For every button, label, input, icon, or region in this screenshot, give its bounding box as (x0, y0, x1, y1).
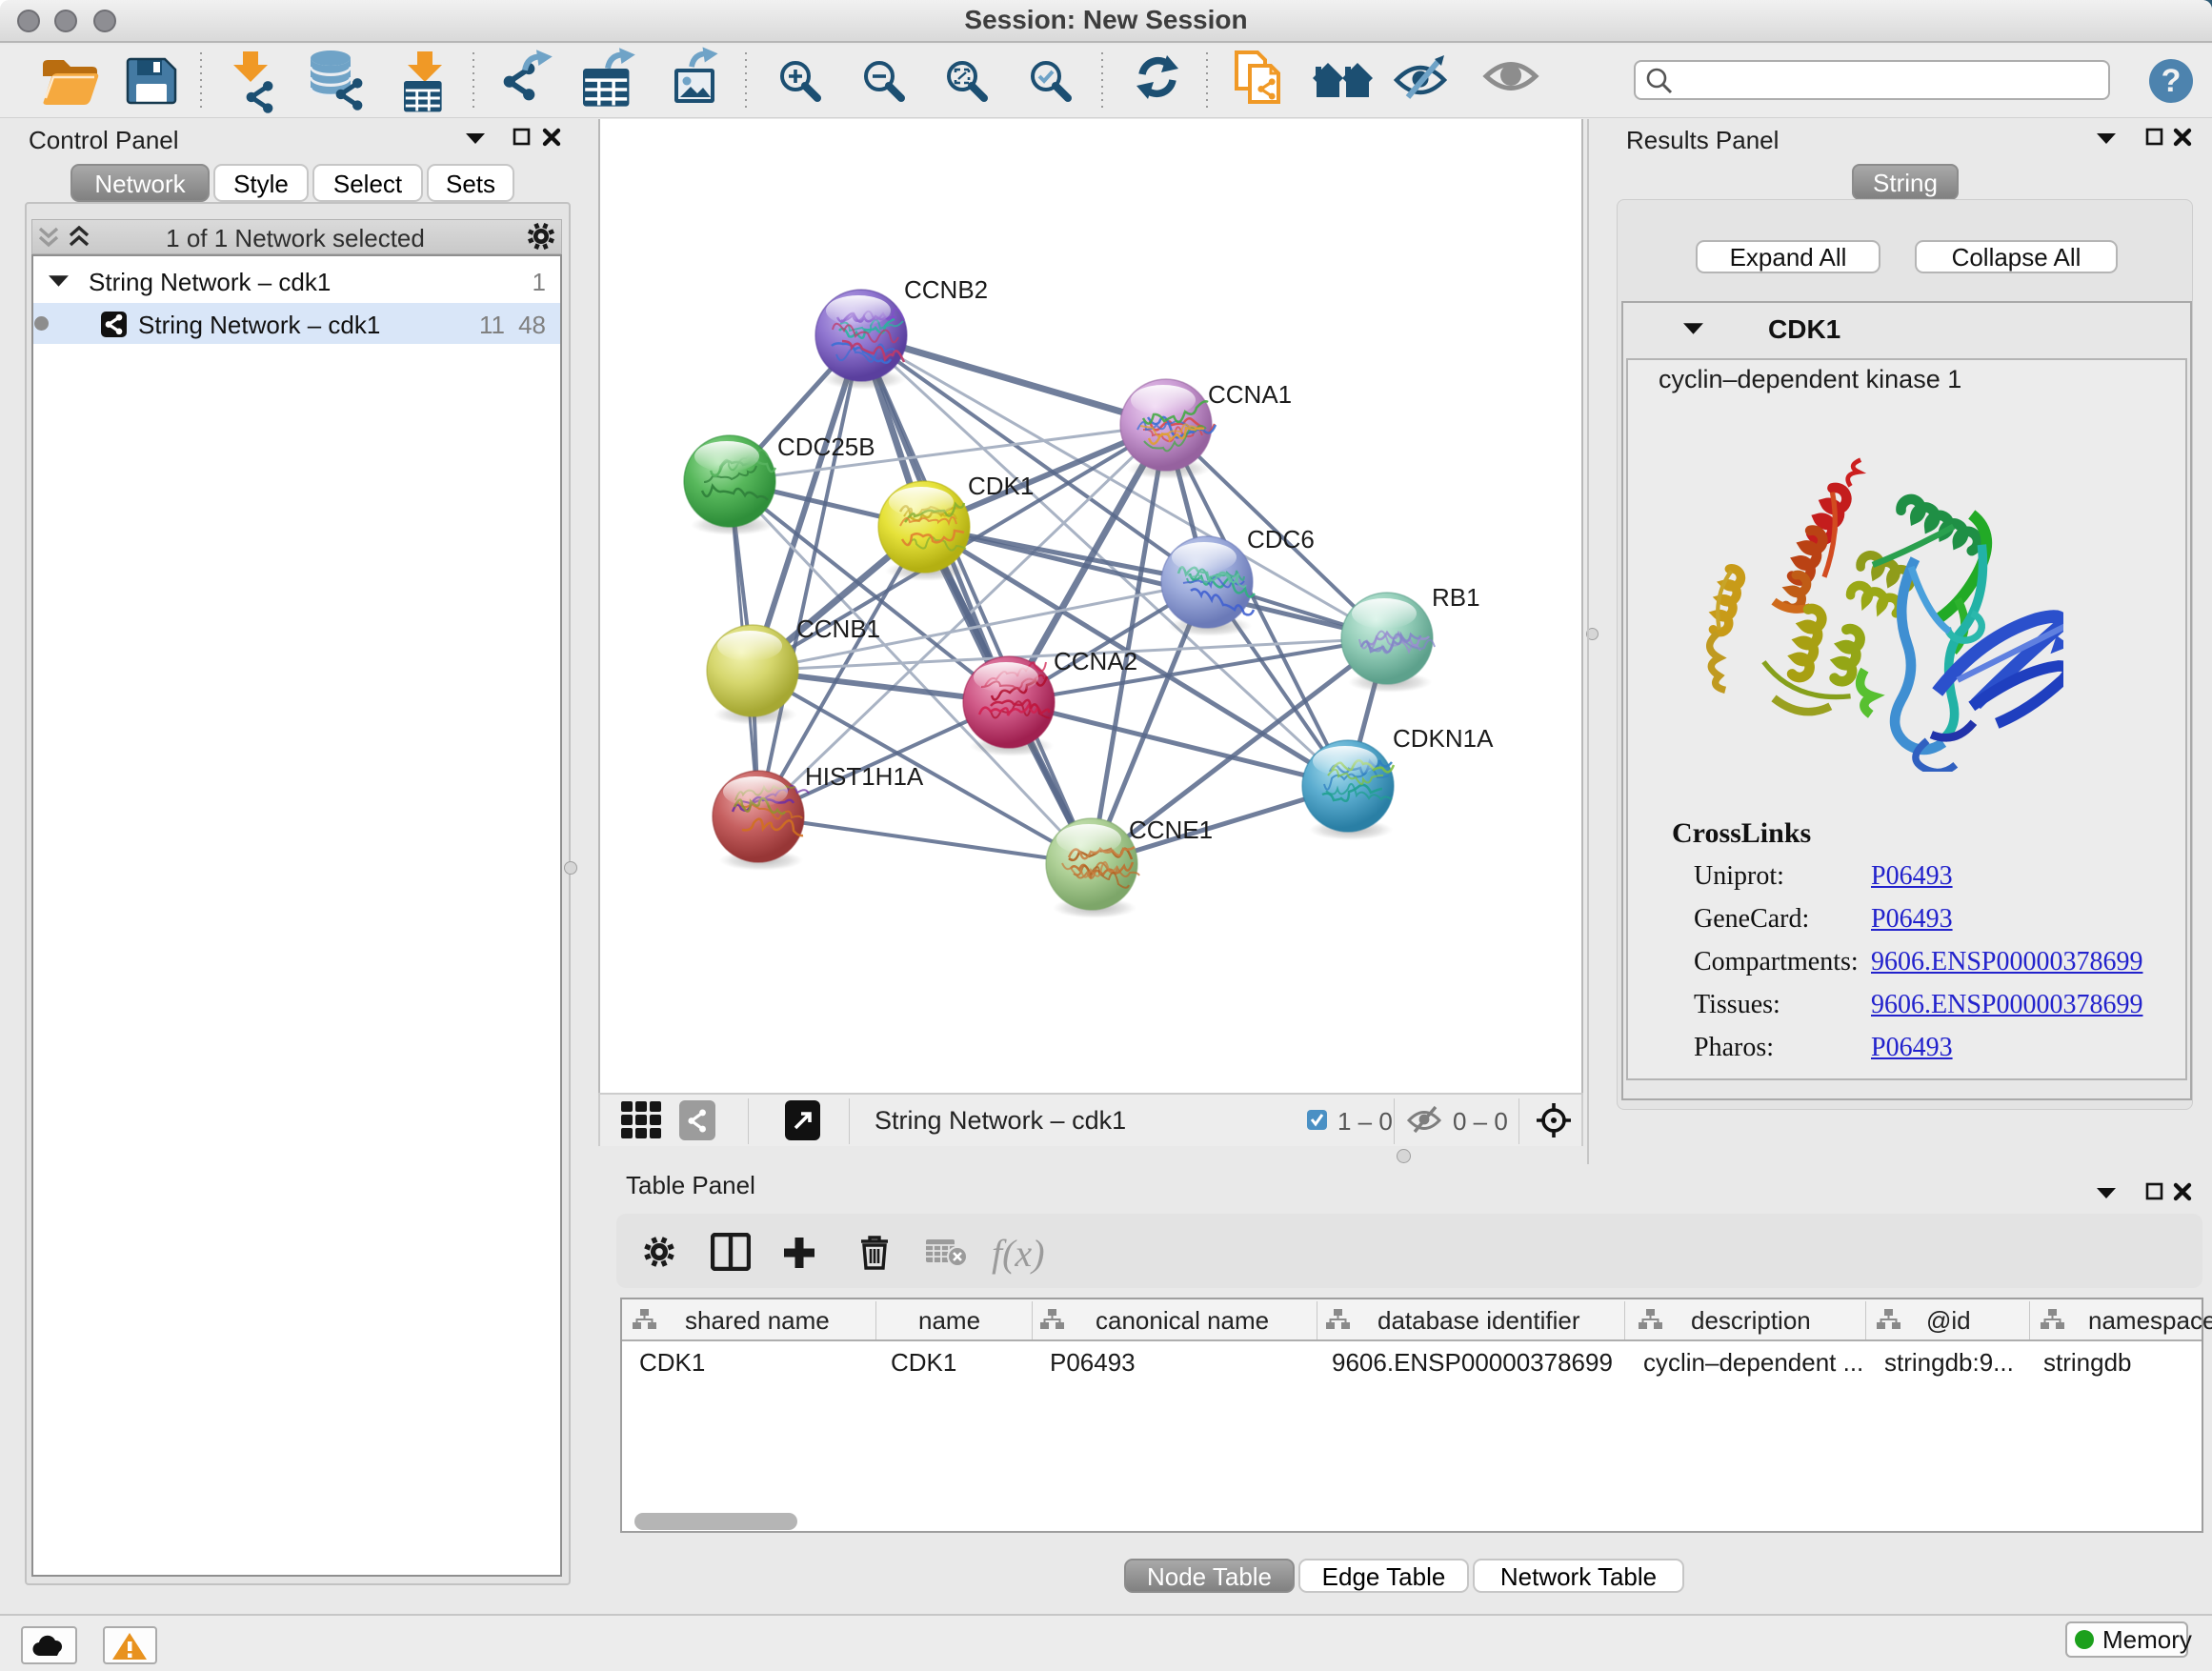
svg-text:CDC25B: CDC25B (777, 433, 875, 461)
svg-text:CCNE1: CCNE1 (1129, 815, 1213, 844)
svg-text:CDK1: CDK1 (968, 472, 1034, 500)
svg-text:RB1: RB1 (1432, 583, 1480, 612)
svg-text:CDC6: CDC6 (1247, 525, 1315, 554)
svg-text:CCNA1: CCNA1 (1208, 380, 1292, 409)
svg-text:CCNA2: CCNA2 (1054, 647, 1137, 675)
svg-text:CDKN1A: CDKN1A (1393, 724, 1494, 753)
svg-text:HIST1H1A: HIST1H1A (805, 762, 924, 791)
svg-text:CCNB2: CCNB2 (904, 275, 988, 304)
svg-text:CCNB1: CCNB1 (796, 614, 880, 643)
